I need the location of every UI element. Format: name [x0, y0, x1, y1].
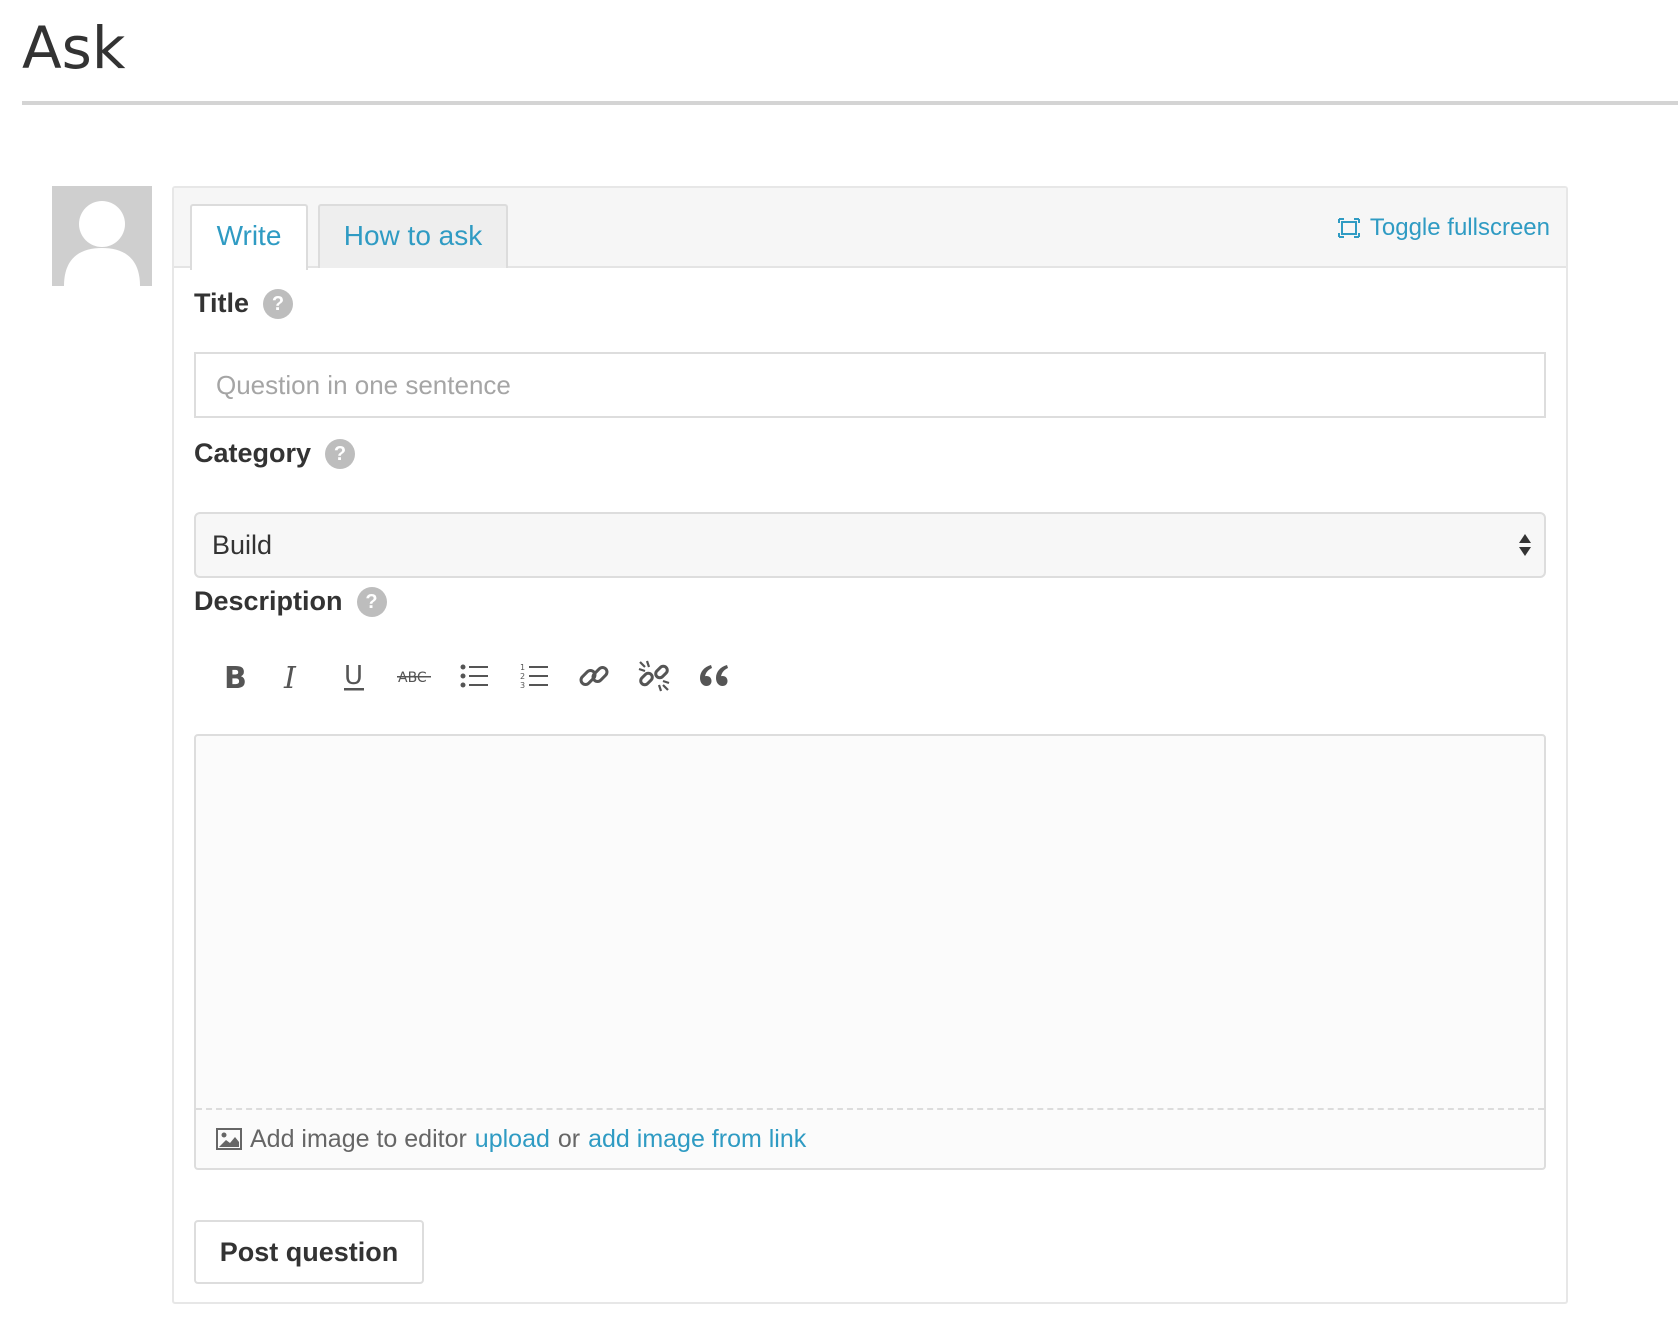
- description-label-row: Description ?: [194, 586, 387, 617]
- select-arrows-icon: [1519, 534, 1531, 556]
- bulleted-list-icon[interactable]: [444, 656, 504, 696]
- strikethrough-icon[interactable]: ABC: [384, 656, 444, 696]
- title-label-row: Title ?: [194, 288, 294, 319]
- avatar: [52, 186, 152, 286]
- svg-text:3: 3: [520, 681, 525, 690]
- panel-header: Write How to ask Toggle fullscreen: [174, 188, 1566, 270]
- description-editor: Add image to editor upload or add image …: [194, 734, 1546, 1170]
- image-icon: [216, 1128, 242, 1150]
- page-title: Ask: [22, 14, 126, 82]
- svg-text:1: 1: [520, 663, 525, 672]
- editor-image-footer: Add image to editor upload or add image …: [196, 1108, 1544, 1168]
- title-label: Title: [194, 288, 250, 318]
- tab-how-to-ask[interactable]: How to ask: [318, 204, 508, 268]
- upload-link[interactable]: upload: [475, 1125, 550, 1154]
- svg-text:I: I: [283, 661, 297, 691]
- svg-text:U: U: [344, 661, 363, 691]
- category-label-row: Category ?: [194, 438, 356, 469]
- italic-icon[interactable]: I: [264, 656, 324, 696]
- toggle-fullscreen-link[interactable]: Toggle fullscreen: [1337, 214, 1550, 242]
- category-label: Category: [194, 438, 312, 468]
- fullscreen-icon: [1337, 218, 1360, 238]
- tab-write[interactable]: Write: [190, 204, 308, 270]
- description-textarea[interactable]: [196, 736, 1544, 1108]
- editor-toolbar: B I U ABC 1 2 3: [204, 656, 744, 696]
- bold-icon[interactable]: B: [204, 656, 264, 696]
- category-select[interactable]: Build: [194, 512, 1546, 578]
- or-text: or: [557, 1124, 581, 1153]
- help-icon[interactable]: ?: [325, 438, 356, 469]
- title-divider: [22, 101, 1678, 105]
- unlink-icon[interactable]: [624, 656, 684, 696]
- title-input[interactable]: [194, 352, 1546, 418]
- add-image-from-link[interactable]: add image from link: [588, 1125, 806, 1154]
- help-icon[interactable]: ?: [263, 288, 294, 319]
- user-silhouette-icon: [64, 201, 140, 286]
- link-icon[interactable]: [564, 656, 624, 696]
- svg-text:ABC: ABC: [398, 670, 427, 686]
- add-image-text: Add image to editor: [250, 1124, 467, 1153]
- help-icon[interactable]: ?: [356, 586, 387, 617]
- numbered-list-icon[interactable]: 1 2 3: [504, 656, 564, 696]
- ask-form-panel: Write How to ask Toggle fullscreen Title…: [172, 186, 1568, 1304]
- quote-icon[interactable]: [684, 656, 744, 696]
- post-question-button[interactable]: Post question: [194, 1220, 424, 1284]
- underline-icon[interactable]: U: [324, 656, 384, 696]
- category-selected-value: Build: [212, 530, 273, 560]
- toggle-fullscreen-label: Toggle fullscreen: [1369, 214, 1550, 241]
- svg-text:B: B: [224, 661, 246, 691]
- description-label: Description: [194, 586, 343, 616]
- svg-text:2: 2: [520, 672, 525, 681]
